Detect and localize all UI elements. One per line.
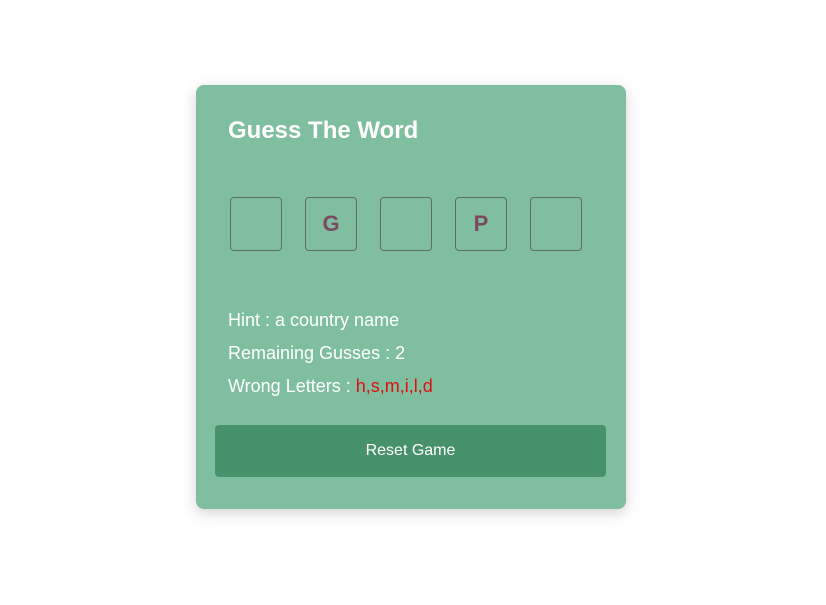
game-title: Guess The Word [228,117,419,144]
letter-slot-4: P [455,197,507,251]
letter-slot-2: G [305,197,357,251]
game-card: Guess The Word G P Hint : a country name… [196,85,626,509]
letter-slots: G P [230,197,582,251]
letter-slot-5 [530,197,582,251]
letter-slot-3 [380,197,432,251]
hint-label: Hint : [228,310,276,330]
reset-game-button[interactable]: Reset Game [215,425,606,477]
letter-slot-1 [230,197,282,251]
remaining-guesses-line: Remaining Gusses : 2 [228,337,433,370]
game-info: Hint : a country name Remaining Gusses :… [228,304,433,403]
hint-value: a country name [275,310,400,330]
wrong-letters-line: Wrong Letters : h,s,m,i,l,d [228,370,433,403]
remaining-guesses-value: 2 [395,343,406,363]
hint-line: Hint : a country name [228,304,433,337]
remaining-guesses-label: Remaining Gusses : [228,343,396,363]
wrong-letters-label: Wrong Letters : [228,376,356,396]
wrong-letters-value: h,s,m,i,l,d [355,376,433,396]
